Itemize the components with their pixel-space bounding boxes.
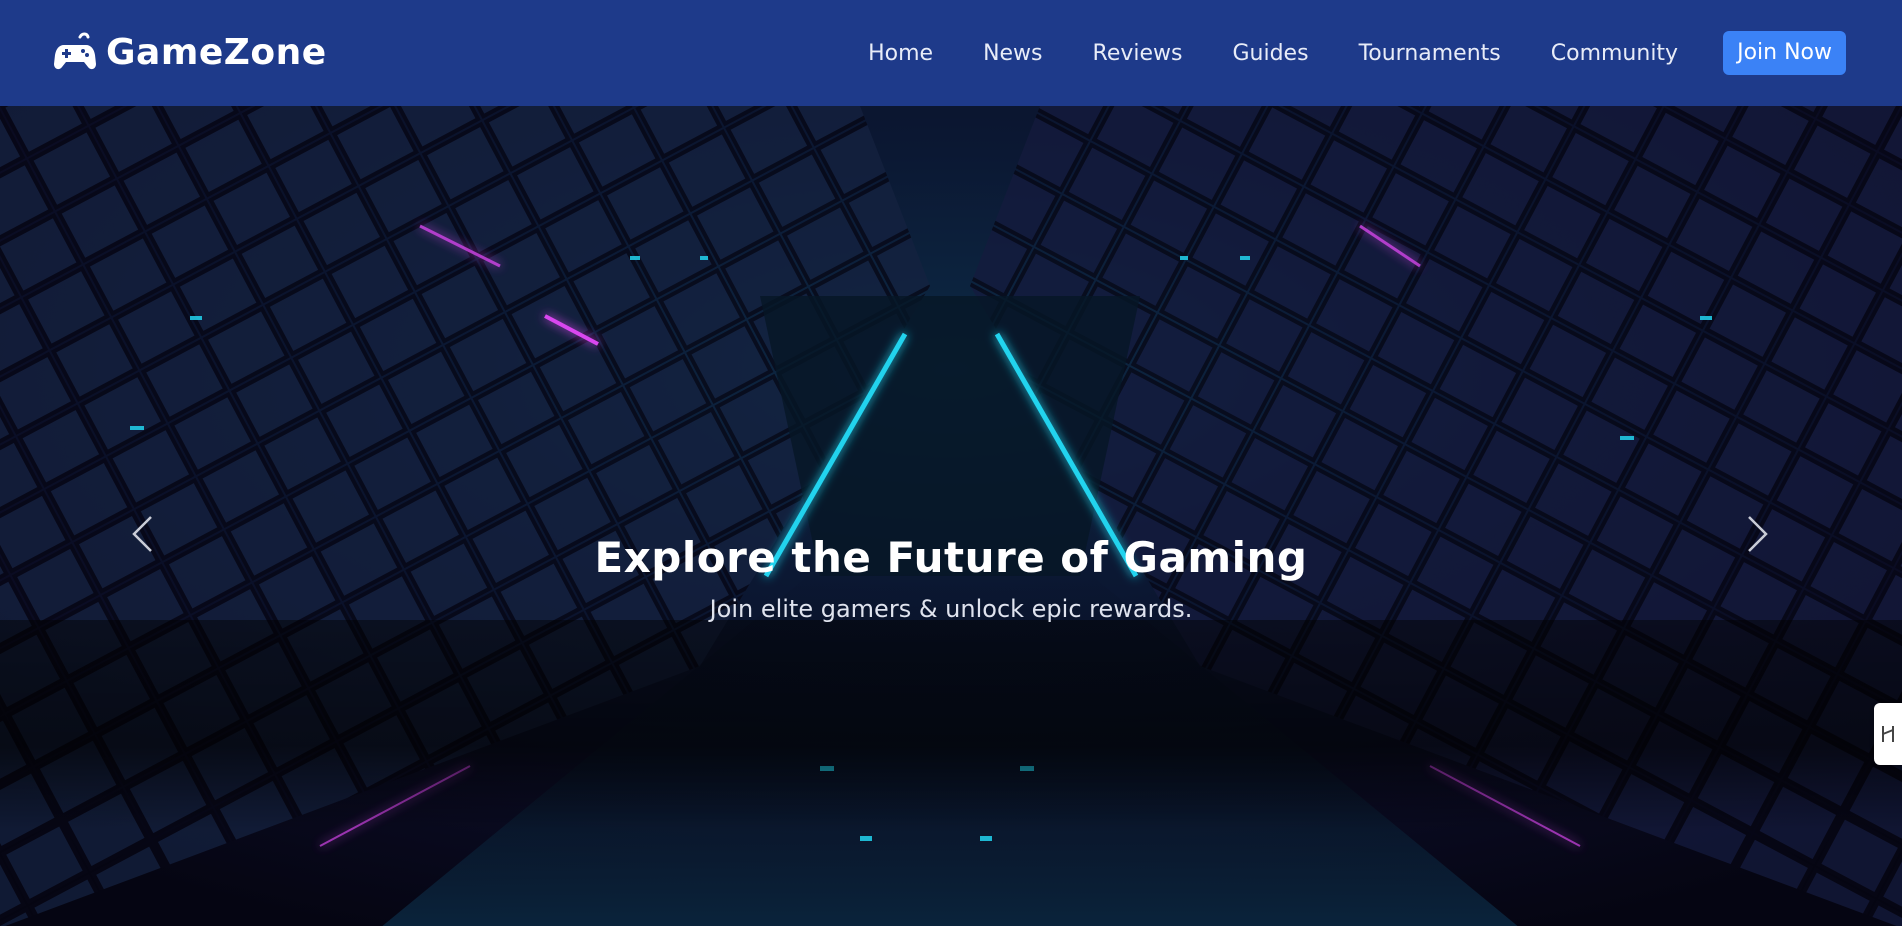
nav-link-tournaments[interactable]: Tournaments xyxy=(1359,41,1501,66)
toggle-icon xyxy=(1882,726,1894,742)
join-now-button[interactable]: Join Now xyxy=(1723,31,1846,75)
nav-link-home[interactable]: Home xyxy=(868,41,933,66)
nav-link-reviews[interactable]: Reviews xyxy=(1093,41,1183,66)
navbar: GameZone Home News Reviews Guides Tourna… xyxy=(0,0,1902,106)
hero-subtitle: Join elite gamers & unlock epic rewards. xyxy=(709,595,1193,623)
hero-title: Explore the Future of Gaming xyxy=(594,533,1308,582)
nav-link-guides[interactable]: Guides xyxy=(1232,41,1308,66)
slide-caption-overlay xyxy=(0,620,1902,830)
side-panel-toggle[interactable] xyxy=(1874,703,1902,765)
gamepad-icon xyxy=(54,32,96,70)
main-nav: Home News Reviews Guides Tournaments Com… xyxy=(868,0,1902,106)
nav-link-community[interactable]: Community xyxy=(1551,41,1678,66)
brand-name: GameZone xyxy=(106,31,327,73)
brand-logo-link[interactable]: GameZone xyxy=(54,28,327,76)
hero-carousel xyxy=(0,106,1902,928)
nav-link-news[interactable]: News xyxy=(983,41,1042,66)
